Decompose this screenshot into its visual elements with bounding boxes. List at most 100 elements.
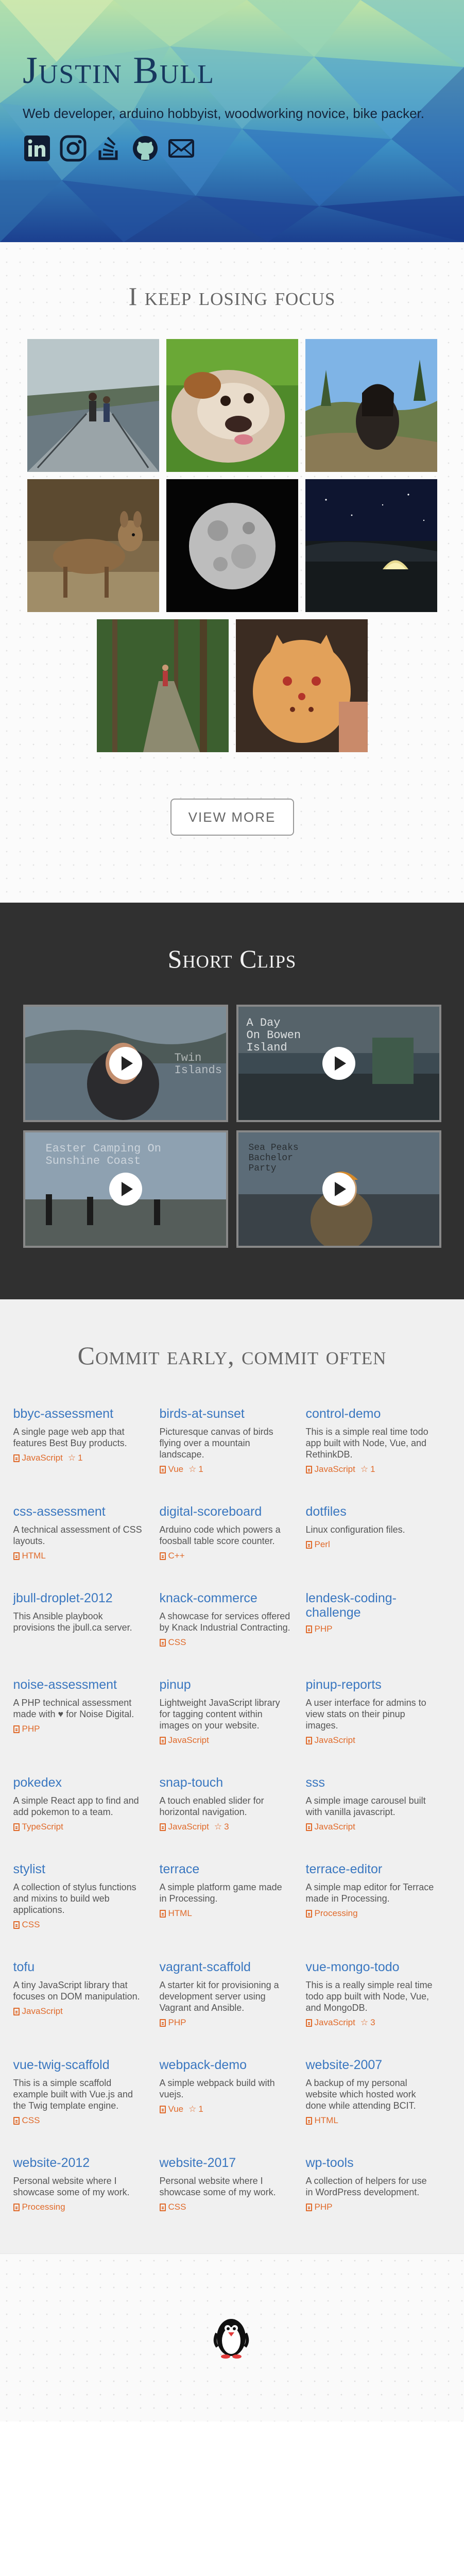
bulldog-photo[interactable]	[166, 339, 298, 472]
repo-language: JavaScript	[305, 1735, 355, 1745]
email-icon[interactable]	[167, 134, 196, 163]
repo-description: A technical assessment of CSS layouts.	[13, 1524, 142, 1546]
repo-link[interactable]: dotfiles	[306, 1504, 437, 1519]
repo-link[interactable]: pinup-reports	[306, 1677, 437, 1692]
repo-language: PHP	[159, 2018, 186, 2028]
repo-link[interactable]: vagrant-scaffold	[160, 1960, 291, 1974]
deer-photo[interactable]	[27, 479, 159, 612]
repo-star-count: 1	[198, 1464, 203, 1474]
repo-card: wp-tools A collection of helpers for use …	[305, 2156, 451, 2212]
repo-language: HTML	[13, 1551, 46, 1561]
repo-star-count: 1	[370, 1464, 375, 1474]
repo-star-count: 3	[224, 1822, 229, 1832]
repo-language-label: PHP	[22, 1724, 40, 1734]
repo-card: noise-assessment A PHP technical assessme…	[13, 1677, 160, 1745]
linkedin-icon[interactable]	[23, 134, 51, 163]
repo-language: Processing	[305, 1908, 358, 1919]
footer	[0, 2253, 464, 2421]
repo-meta: PHP	[13, 1724, 145, 1734]
repo-link[interactable]: bbyc-assessment	[13, 1406, 145, 1421]
stackoverflow-icon[interactable]	[95, 134, 124, 163]
night-tent-photo[interactable]	[305, 479, 437, 612]
clip-easter-camping[interactable]: Easter Camping On Sunshine Coast	[23, 1130, 228, 1248]
repo-link[interactable]: lendesk-coding-challenge	[306, 1591, 437, 1620]
cat-cookie-photo[interactable]	[235, 619, 368, 752]
repo-language: TypeScript	[13, 1822, 63, 1832]
woman-in-hills-photo[interactable]	[305, 339, 437, 472]
github-icon[interactable]	[131, 134, 160, 163]
clip-bowen-island[interactable]: A Day On Bowen Island	[236, 1005, 441, 1122]
repo-language-label: HTML	[168, 1908, 192, 1918]
play-button-icon[interactable]	[322, 1173, 355, 1206]
repo-language-label: CSS	[168, 1637, 186, 1647]
play-button-icon[interactable]	[109, 1047, 142, 1080]
repo-link[interactable]: pinup	[160, 1677, 291, 1692]
repo-link[interactable]: sss	[306, 1775, 437, 1790]
play-button-icon[interactable]	[322, 1047, 355, 1080]
star-icon: ☆	[214, 1822, 222, 1832]
repo-link[interactable]: noise-assessment	[13, 1677, 145, 1692]
repo-link[interactable]: css-assessment	[13, 1504, 145, 1519]
repo-stars: ☆ 1	[68, 1453, 83, 1463]
photos-section: I keep losing focus VIEW MORE	[0, 242, 464, 903]
repo-description: This is a simple real time todo app buil…	[305, 1427, 428, 1460]
repo-link[interactable]: knack-commerce	[160, 1591, 291, 1605]
repo-language: Processing	[13, 2202, 65, 2212]
tagline: Web developer, arduino hobbyist, woodwor…	[23, 106, 424, 121]
instagram-icon[interactable]	[59, 134, 88, 163]
repo-link[interactable]: website-2017	[160, 2156, 291, 2170]
repo-link[interactable]: website-2012	[13, 2156, 145, 2170]
repo-link[interactable]: snap-touch	[160, 1775, 291, 1790]
repos-section: Commit early, commit often bbyc-assessme…	[0, 1299, 464, 2253]
repo-link[interactable]: tofu	[13, 1960, 145, 1974]
repo-link[interactable]: digital-scoreboard	[160, 1504, 291, 1519]
repo-link[interactable]: control-demo	[306, 1406, 437, 1421]
repo-card: sss A simple image carousel built with va…	[305, 1775, 451, 1832]
repo-link[interactable]: vue-mongo-todo	[306, 1960, 437, 1974]
repo-meta: JavaScript ☆ 3	[159, 1822, 291, 1832]
play-button-icon[interactable]	[109, 1173, 142, 1206]
file-code-icon	[305, 1736, 312, 1744]
repo-description: This is a simple scaffold example built …	[13, 2078, 133, 2111]
clip-sea-peaks[interactable]: Sea Peaks Bachelor Party	[236, 1130, 441, 1248]
repo-card: vagrant-scaffold A starter kit for provis…	[159, 1960, 306, 2028]
repo-link[interactable]: terrace	[160, 1862, 291, 1876]
repo-language-label: Perl	[314, 1539, 330, 1549]
repo-link[interactable]: webpack-demo	[160, 2058, 291, 2072]
repo-description: A starter kit for provisioning a develop…	[159, 1980, 279, 2013]
moon-photo[interactable]	[166, 479, 298, 612]
penguin-icon	[213, 2319, 249, 2359]
repo-language-label: Vue	[168, 2104, 184, 2114]
repo-stars: ☆ 1	[188, 2104, 203, 2114]
repo-link[interactable]: website-2007	[306, 2058, 437, 2072]
repo-description: Arduino code which powers a foosball tab…	[159, 1524, 281, 1546]
repo-meta: CSS	[13, 2115, 145, 2126]
repo-link[interactable]: pokedex	[13, 1775, 145, 1790]
view-more-button[interactable]: VIEW MORE	[170, 799, 294, 836]
repo-meta: PHP	[159, 2018, 291, 2028]
repo-language: Vue	[159, 1464, 184, 1475]
file-code-icon	[305, 1823, 312, 1831]
repo-language-label: CSS	[22, 1920, 40, 1929]
repo-link[interactable]: birds-at-sunset	[160, 1406, 291, 1421]
clip-twin-islands[interactable]: Twin Islands	[23, 1005, 228, 1122]
repo-language-label: CSS	[22, 2115, 40, 2125]
repo-star-count: 3	[370, 2018, 375, 2027]
forest-trail-photo[interactable]	[96, 619, 229, 752]
file-code-icon	[13, 1823, 20, 1831]
file-code-icon	[13, 1552, 20, 1560]
repo-link[interactable]: jbull-droplet-2012	[13, 1591, 145, 1605]
file-code-icon	[159, 1638, 166, 1647]
repo-language: C++	[159, 1551, 185, 1561]
bridge-walk-photo[interactable]	[27, 339, 159, 472]
repo-link[interactable]: stylist	[13, 1862, 145, 1876]
repo-language-label: Vue	[168, 1464, 184, 1474]
repo-star-count: 1	[78, 1453, 83, 1463]
repo-description: A single page web app that features Best…	[13, 1427, 127, 1448]
repo-language-label: C++	[168, 1551, 185, 1561]
repo-language: PHP	[305, 2202, 332, 2212]
repo-link[interactable]: terrace-editor	[306, 1862, 437, 1876]
site-title: Justin Bull	[23, 49, 215, 92]
repo-link[interactable]: vue-twig-scaffold	[13, 2058, 145, 2072]
repo-link[interactable]: wp-tools	[306, 2156, 437, 2170]
